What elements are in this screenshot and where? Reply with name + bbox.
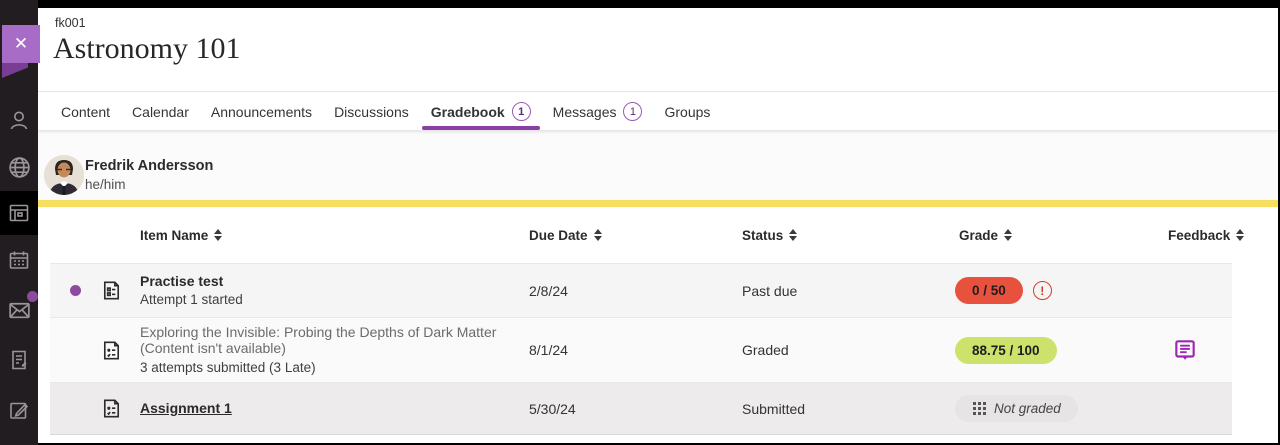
close-course-button[interactable]: ✕: [2, 25, 40, 63]
tab-discussions[interactable]: Discussions: [323, 93, 420, 130]
sidebar-item-activity[interactable]: [0, 388, 38, 432]
course-panel: fk001 Astronomy 101 Content Calendar Ann…: [38, 8, 1278, 443]
status-value: Submitted: [738, 401, 955, 417]
course-code: fk001: [55, 16, 86, 30]
feedback-icon[interactable]: [1172, 337, 1198, 363]
sidebar-item-messages[interactable]: [0, 288, 38, 332]
due-date-value: 8/1/24: [525, 342, 738, 358]
sidebar-item-institution[interactable]: [0, 145, 38, 189]
gradebook-table: Item Name Due Date Status Grade Feedback: [50, 207, 1232, 435]
sidebar-item-profile[interactable]: [0, 98, 38, 142]
tab-announcements[interactable]: Announcements: [200, 93, 323, 130]
globe-icon: [7, 155, 32, 180]
messages-icon: [7, 298, 32, 323]
avatar-photo: [44, 155, 84, 195]
table-row[interactable]: Assignment 1 5/30/24 Submitted Not g: [50, 382, 1232, 435]
table-row[interactable]: Practise test Attempt 1 started 2/8/24 P…: [50, 263, 1232, 317]
close-icon: ✕: [14, 34, 28, 54]
courses-icon: [7, 201, 31, 225]
status-value: Past due: [738, 283, 955, 299]
edit-icon: [7, 398, 31, 422]
page-title: Astronomy 101: [53, 32, 241, 66]
avatar[interactable]: [44, 155, 84, 195]
grade-pill[interactable]: 88.75 / 100: [955, 337, 1057, 364]
item-name-link[interactable]: Practise test: [140, 273, 515, 290]
tab-gradebook[interactable]: Gradebook 1: [420, 93, 542, 130]
sidebar-item-courses[interactable]: [0, 191, 38, 235]
sort-icon: [789, 229, 797, 241]
tab-calendar[interactable]: Calendar: [121, 93, 200, 130]
grades-icon: [7, 348, 31, 372]
unread-indicator-dot: [70, 285, 81, 296]
messages-count-badge: 1: [623, 102, 642, 121]
app-frame: ✕ fk001 Astronomy 101 Content Calendar A…: [0, 0, 1280, 445]
sort-icon: [214, 229, 222, 241]
assignment-document-icon: [100, 397, 123, 420]
accent-divider: [38, 200, 1278, 207]
assignment-document-icon: [100, 339, 123, 362]
student-name: Fredrik Andersson: [85, 158, 213, 174]
item-subtitle: Attempt 1 started: [140, 292, 515, 308]
student-pronouns: he/him: [85, 177, 126, 192]
student-banner: Fredrik Andersson he/him: [38, 130, 1278, 201]
sort-icon: [1004, 229, 1012, 241]
tab-content[interactable]: Content: [50, 93, 121, 130]
course-tabbar: Content Calendar Announcements Discussio…: [38, 93, 1278, 130]
due-date-value: 2/8/24: [525, 283, 738, 299]
tab-messages[interactable]: Messages 1: [542, 93, 654, 130]
messages-notification-dot: [27, 291, 38, 302]
sidebar-item-grades[interactable]: [0, 338, 38, 382]
header-item-name[interactable]: Item Name: [136, 228, 525, 243]
rubric-grid-icon: [972, 401, 987, 416]
header-due-date[interactable]: Due Date: [525, 228, 738, 243]
header-grade[interactable]: Grade: [955, 228, 1164, 243]
item-subtitle: 3 attempts submitted (3 Late): [140, 360, 515, 376]
tab-groups[interactable]: Groups: [653, 93, 721, 130]
sort-icon: [594, 229, 602, 241]
profile-icon: [7, 108, 31, 132]
due-date-value: 5/30/24: [525, 401, 738, 417]
header-feedback[interactable]: Feedback: [1164, 228, 1232, 243]
course-header: fk001 Astronomy 101: [38, 8, 1278, 92]
warning-icon: !: [1033, 281, 1052, 300]
table-row[interactable]: Exploring the Invisible: Probing the Dep…: [50, 317, 1232, 382]
sidebar-item-calendar[interactable]: [0, 238, 38, 282]
gradebook-count-badge: 1: [512, 102, 531, 121]
item-name-link[interactable]: Assignment 1: [140, 400, 515, 417]
grade-pill-not-graded: Not graded: [955, 395, 1078, 422]
test-document-icon: [100, 279, 123, 302]
grade-pill[interactable]: 0 / 50: [955, 277, 1023, 304]
sort-icon: [1236, 229, 1244, 241]
header-status[interactable]: Status: [738, 228, 955, 243]
item-name-unavailable: Exploring the Invisible: Probing the Dep…: [140, 324, 515, 358]
status-value: Graded: [738, 342, 955, 358]
table-header-row: Item Name Due Date Status Grade Feedback: [50, 207, 1232, 263]
calendar-icon: [7, 248, 31, 272]
